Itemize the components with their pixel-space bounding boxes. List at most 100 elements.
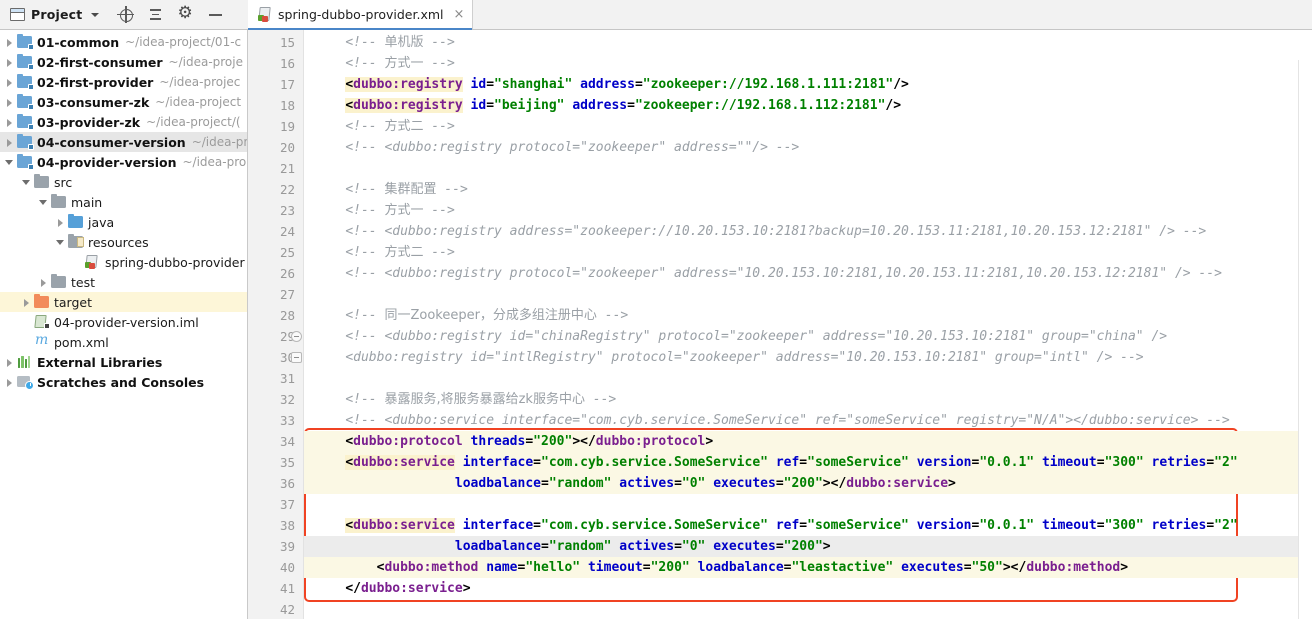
editor-gutter[interactable]: 15 16 17 18 19 20 21 22 23 24 25 26 27 28 29 30 31 32 33 34…	[248, 30, 304, 619]
gutter-line[interactable]: 27	[248, 284, 304, 305]
gutter-line[interactable]: 33	[248, 410, 304, 431]
code-line[interactable]: <!-- 方式二 -->	[304, 242, 1312, 263]
code-line[interactable]: <!-- <dubbo:registry protocol="zookeeper…	[304, 137, 1312, 158]
tree-item-java[interactable]: java	[0, 212, 247, 232]
chevron-down-icon[interactable]	[91, 12, 100, 17]
collapse-all-icon[interactable]	[147, 6, 164, 23]
code-fold-icon[interactable]	[291, 352, 302, 363]
code-line[interactable]	[304, 284, 1312, 305]
tree-item-src[interactable]: src	[0, 172, 247, 192]
code-line[interactable]: <!-- 同一Zookeeper，分成多组注册中心 -->	[304, 305, 1312, 326]
code-line[interactable]: </dubbo:service>	[304, 578, 1312, 599]
gutter-line[interactable]: 29	[248, 326, 304, 347]
gutter-line[interactable]: 23	[248, 200, 304, 221]
code-content[interactable]: <!-- 单机版 --> <!-- 方式一 --> <dubbo:registr…	[304, 30, 1312, 619]
gutter-line[interactable]: 39	[248, 536, 304, 557]
gutter-line[interactable]: 38	[248, 515, 304, 536]
locate-icon[interactable]	[117, 6, 135, 23]
minimize-icon[interactable]	[207, 6, 224, 23]
gutter-line[interactable]: 36	[248, 473, 304, 494]
tree-item-02-first-consumer[interactable]: 02-first-consumer ~/idea-proje	[0, 52, 247, 72]
chevron-down-icon[interactable]	[55, 237, 66, 248]
close-icon[interactable]: ×	[454, 8, 465, 21]
tree-item-test[interactable]: test	[0, 272, 247, 292]
chevron-right-icon[interactable]	[21, 297, 32, 308]
chevron-down-icon[interactable]	[38, 197, 49, 208]
code-line[interactable]: <!-- 单机版 -->	[304, 32, 1312, 53]
chevron-right-icon[interactable]	[4, 37, 15, 48]
tree-item-scratches-and-consoles[interactable]: Scratches and Consoles	[0, 372, 247, 392]
tree-item-pom-xml[interactable]: pom.xml	[0, 332, 247, 352]
editor-scrollbar-rail[interactable]	[1298, 60, 1312, 619]
tree-item-04-consumer-version[interactable]: 04-consumer-version ~/idea-pr	[0, 132, 247, 152]
gutter-line[interactable]: 19	[248, 116, 304, 137]
chevron-right-icon[interactable]	[4, 117, 15, 128]
chevron-right-icon[interactable]	[4, 97, 15, 108]
code-line[interactable]: <dubbo:method name="hello" timeout="200"…	[304, 557, 1312, 578]
tree-item-main[interactable]: main	[0, 192, 247, 212]
code-fold-icon[interactable]	[291, 331, 302, 342]
code-line[interactable]: <!-- 方式一 -->	[304, 200, 1312, 221]
gutter-line[interactable]: 21	[248, 158, 304, 179]
gutter-line[interactable]: 35	[248, 452, 304, 473]
gutter-line[interactable]: 17	[248, 74, 304, 95]
chevron-right-icon[interactable]	[4, 377, 15, 388]
project-tool-window-header[interactable]: Project	[0, 0, 248, 29]
code-line[interactable]: <!-- 方式一 -->	[304, 53, 1312, 74]
chevron-right-icon[interactable]	[55, 217, 66, 228]
code-line[interactable]: <!-- <dubbo:registry address="zookeeper:…	[304, 221, 1312, 242]
code-line[interactable]: <dubbo:registry id="beijing" address="zo…	[304, 95, 1312, 116]
tree-item-02-first-provider[interactable]: 02-first-provider ~/idea-projec	[0, 72, 247, 92]
tree-item-04-provider-version[interactable]: 04-provider-version ~/idea-pro	[0, 152, 247, 172]
gutter-line[interactable]: 15	[248, 32, 304, 53]
gutter-line[interactable]: 37	[248, 494, 304, 515]
gutter-line[interactable]: 31	[248, 368, 304, 389]
gutter-line[interactable]: 22	[248, 179, 304, 200]
tree-item-03-provider-zk[interactable]: 03-provider-zk ~/idea-project/(	[0, 112, 247, 132]
code-line[interactable]: <!-- <dubbo:registry id="chinaRegistry" …	[304, 326, 1312, 347]
gutter-line[interactable]: 28	[248, 305, 304, 326]
code-line[interactable]: <!-- <dubbo:service interface="com.cyb.s…	[304, 410, 1312, 431]
tree-item-resources[interactable]: resources	[0, 232, 247, 252]
tree-item-01-common[interactable]: 01-common ~/idea-project/01-c	[0, 32, 247, 52]
code-line[interactable]	[304, 158, 1312, 179]
code-line[interactable]: <!-- 方式二 -->	[304, 116, 1312, 137]
gutter-line[interactable]: 24	[248, 221, 304, 242]
gutter-line[interactable]: 40	[248, 557, 304, 578]
gutter-line[interactable]: 26	[248, 263, 304, 284]
project-tree[interactable]: 01-common ~/idea-project/01-c 02-first-con…	[0, 30, 248, 619]
chevron-down-icon[interactable]	[4, 157, 15, 168]
tree-item-external-libraries[interactable]: External Libraries	[0, 352, 247, 372]
tab-spring-dubbo-provider-xml[interactable]: spring-dubbo-provider.xml ×	[248, 0, 474, 30]
tree-item-04-provider-version-iml[interactable]: 04-provider-version.iml	[0, 312, 247, 332]
tree-item-spring-dubbo-provider[interactable]: spring-dubbo-provider	[0, 252, 247, 272]
chevron-right-icon[interactable]	[38, 277, 49, 288]
chevron-right-icon[interactable]	[4, 137, 15, 148]
code-line[interactable]: <dubbo:registry id="shanghai" address="z…	[304, 74, 1312, 95]
chevron-right-icon[interactable]	[4, 57, 15, 68]
code-line[interactable]: <!-- <dubbo:registry protocol="zookeeper…	[304, 263, 1312, 284]
code-line[interactable]	[304, 494, 1312, 515]
chevron-right-icon[interactable]	[4, 77, 15, 88]
gutter-line[interactable]: 20	[248, 137, 304, 158]
code-line[interactable]: loadbalance="random" actives="0" execute…	[304, 473, 1312, 494]
code-line[interactable]: <dubbo:service interface="com.cyb.servic…	[304, 452, 1312, 473]
code-line[interactable]	[304, 599, 1312, 619]
gutter-line[interactable]: 41	[248, 578, 304, 599]
chevron-down-icon[interactable]	[21, 177, 32, 188]
code-line[interactable]: <dubbo:service interface="com.cyb.servic…	[304, 515, 1312, 536]
code-line[interactable]: <dubbo:registry id="intlRegistry" protoc…	[304, 347, 1312, 368]
code-line[interactable]: loadbalance="random" actives="0" execute…	[304, 536, 1312, 557]
gutter-line[interactable]: 30	[248, 347, 304, 368]
tree-item-03-consumer-zk[interactable]: 03-consumer-zk ~/idea-project	[0, 92, 247, 112]
code-line[interactable]: <!-- 集群配置 -->	[304, 179, 1312, 200]
gutter-line[interactable]: 16	[248, 53, 304, 74]
code-editor[interactable]: 15 16 17 18 19 20 21 22 23 24 25 26 27 28 29 30 31 32 33 34…	[248, 30, 1312, 619]
gear-icon[interactable]	[177, 4, 194, 23]
chevron-right-icon[interactable]	[4, 357, 15, 368]
code-line[interactable]	[304, 368, 1312, 389]
code-line[interactable]: <!-- 暴露服务,将服务暴露给zk服务中心 -->	[304, 389, 1312, 410]
gutter-line[interactable]: 25	[248, 242, 304, 263]
gutter-line[interactable]: 42	[248, 599, 304, 619]
tree-item-target[interactable]: target	[0, 292, 247, 312]
